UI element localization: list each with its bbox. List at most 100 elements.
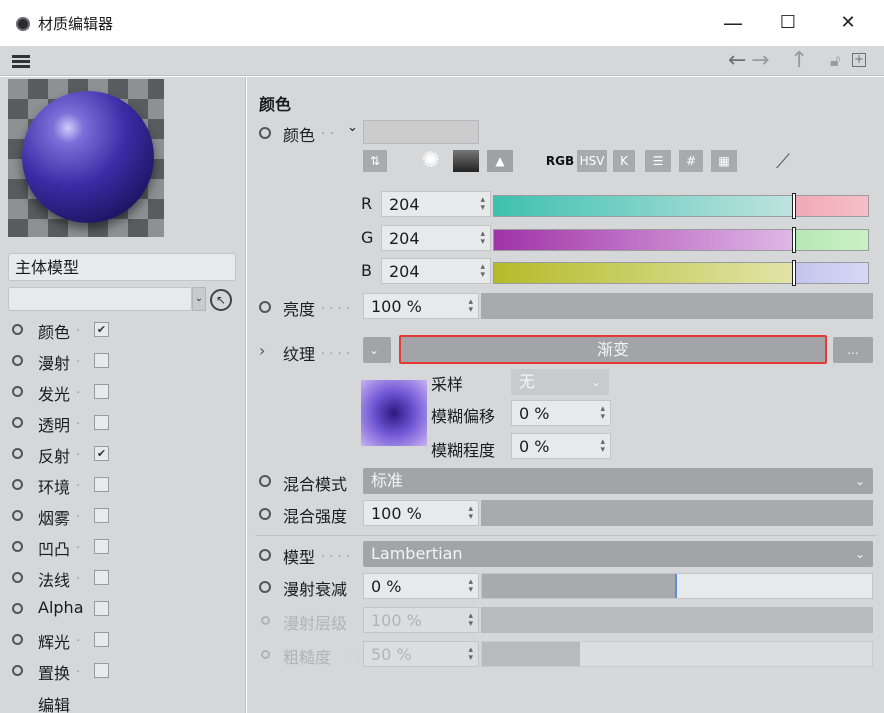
expand-chevron-icon[interactable]: › <box>259 341 265 360</box>
mix-strength-anim-radio[interactable] <box>259 508 271 520</box>
channel-item[interactable]: 环境. <box>0 469 246 500</box>
channel-checkbox[interactable]: ✔ <box>94 446 109 461</box>
r-slider[interactable] <box>493 193 869 219</box>
b-slider[interactable] <box>493 260 869 286</box>
up-arrow-icon[interactable]: ↑ <box>790 48 808 74</box>
blur-scale-field[interactable]: 0 % ▴ ▾ <box>511 433 611 459</box>
spin-icon[interactable]: ▴ ▾ <box>480 196 485 213</box>
mix-mode-anim-radio[interactable] <box>259 475 271 487</box>
g-slider-handle[interactable] <box>791 227 796 253</box>
minimize-button[interactable]: — <box>711 8 755 38</box>
mixer-icon[interactable]: ☰ <box>645 150 671 172</box>
new-panel-icon[interactable]: + <box>852 53 866 67</box>
diffuse-falloff-slider[interactable] <box>481 573 873 599</box>
channel-radio[interactable] <box>12 417 23 428</box>
spin-icon[interactable]: ▴ ▾ <box>468 298 473 315</box>
channel-checkbox[interactable] <box>94 415 109 430</box>
spin-icon[interactable]: ▴ ▾ <box>480 230 485 247</box>
channel-item[interactable]: 辉光. <box>0 624 246 655</box>
spectrum-toggle-icon[interactable]: ⇅ <box>363 150 387 172</box>
texture-thumbnail[interactable] <box>361 380 427 446</box>
spin-icon[interactable]: ▴ ▾ <box>468 505 473 522</box>
forward-arrow-icon[interactable]: → <box>751 48 769 74</box>
channel-radio[interactable] <box>12 448 23 459</box>
channel-item[interactable]: Alpha. <box>0 593 246 624</box>
channel-radio[interactable] <box>12 324 23 335</box>
channel-item[interactable]: 颜色. ✔ <box>0 314 246 345</box>
g-value-field[interactable]: 204 ▴ ▾ <box>381 225 491 251</box>
gradient-shader-button[interactable]: 渐变 <box>399 335 827 364</box>
back-arrow-icon[interactable]: ← <box>728 48 746 74</box>
b-slider-handle[interactable] <box>791 260 796 286</box>
channel-item[interactable]: 反射. ✔ <box>0 438 246 469</box>
r-value-field[interactable]: 204 ▴ ▾ <box>381 191 491 217</box>
texture-menu-button[interactable]: ⌄ <box>363 337 391 363</box>
model-anim-radio[interactable] <box>259 549 271 561</box>
channel-radio[interactable] <box>12 665 23 676</box>
color-swatch[interactable] <box>363 120 479 144</box>
material-name-field[interactable]: 主体模型 <box>8 253 236 281</box>
spectrum-icon[interactable] <box>453 150 479 172</box>
channel-item[interactable]: 法线. <box>0 562 246 593</box>
more-button[interactable]: ... <box>833 337 873 363</box>
b-value-field[interactable]: 204 ▴ ▾ <box>381 258 491 284</box>
channel-item[interactable]: 发光. <box>0 376 246 407</box>
channel-checkbox[interactable] <box>94 477 109 492</box>
color-wheel-icon[interactable]: ✺ <box>419 150 443 172</box>
material-preview[interactable] <box>8 79 164 237</box>
channel-checkbox[interactable] <box>94 353 109 368</box>
brightness-field[interactable]: 100 % ▴ ▾ <box>363 293 479 319</box>
brightness-anim-radio[interactable] <box>259 301 271 313</box>
spin-icon[interactable]: ▴ ▾ <box>468 578 473 595</box>
layer-select[interactable] <box>8 287 192 311</box>
channel-checkbox[interactable] <box>94 539 109 554</box>
sampling-select[interactable]: 无 ⌄ <box>511 369 609 395</box>
kelvin-tab[interactable]: K <box>613 150 635 172</box>
edit-item[interactable]: 编辑 <box>0 687 246 713</box>
channel-checkbox[interactable] <box>94 663 109 678</box>
channel-item[interactable]: 透明. <box>0 407 246 438</box>
image-picker-icon[interactable]: ▲ <box>487 150 513 172</box>
channel-checkbox[interactable]: ✔ <box>94 322 109 337</box>
channel-item[interactable]: 烟雾. <box>0 500 246 531</box>
spin-icon[interactable]: ▴ ▾ <box>600 438 605 455</box>
maximize-button[interactable]: ☐ <box>766 8 810 38</box>
brightness-slider[interactable] <box>481 293 873 319</box>
diffuse-falloff-field[interactable]: 0 % ▴ ▾ <box>363 573 479 599</box>
r-slider-handle[interactable] <box>791 193 796 219</box>
mix-strength-field[interactable]: 100 % ▴ ▾ <box>363 500 479 526</box>
chevron-down-icon[interactable]: ⌄ <box>347 120 358 135</box>
channel-checkbox[interactable] <box>94 508 109 523</box>
g-slider[interactable] <box>493 227 869 253</box>
channel-radio[interactable] <box>12 510 23 521</box>
menu-icon[interactable] <box>12 55 30 68</box>
channel-radio[interactable] <box>12 355 23 366</box>
hex-tab[interactable]: # <box>679 150 703 172</box>
blur-offset-field[interactable]: 0 % ▴ ▾ <box>511 400 611 426</box>
channel-item[interactable]: 置换. <box>0 655 246 686</box>
channel-item[interactable]: 漫射. <box>0 345 246 376</box>
channel-radio[interactable] <box>12 634 23 645</box>
rgb-tab[interactable]: RGB <box>545 150 575 172</box>
eyedropper-icon[interactable]: ⟋ <box>769 150 797 172</box>
color-anim-radio[interactable] <box>259 127 271 139</box>
spin-icon[interactable]: ▴ ▾ <box>480 263 485 280</box>
channel-radio[interactable] <box>12 603 23 614</box>
lock-icon[interactable]: 🔓︎ <box>830 48 840 74</box>
chevron-down-icon[interactable]: ⌄ <box>192 287 206 311</box>
channel-radio[interactable] <box>12 386 23 397</box>
hsv-tab[interactable]: HSV <box>577 150 607 172</box>
mix-strength-slider[interactable] <box>481 500 873 526</box>
channel-radio[interactable] <box>12 479 23 490</box>
channel-radio[interactable] <box>12 572 23 583</box>
channel-item[interactable]: 凹凸. <box>0 531 246 562</box>
channel-checkbox[interactable] <box>94 384 109 399</box>
close-button[interactable]: ✕ <box>826 8 870 38</box>
diffuse-falloff-anim-radio[interactable] <box>259 581 271 593</box>
pick-cursor-icon[interactable]: ↖ <box>210 289 232 311</box>
swatches-icon[interactable]: ▦ <box>711 150 737 172</box>
spin-icon[interactable]: ▴ ▾ <box>600 405 605 422</box>
channel-checkbox[interactable] <box>94 632 109 647</box>
channel-checkbox[interactable] <box>94 570 109 585</box>
channel-checkbox[interactable] <box>94 601 109 616</box>
